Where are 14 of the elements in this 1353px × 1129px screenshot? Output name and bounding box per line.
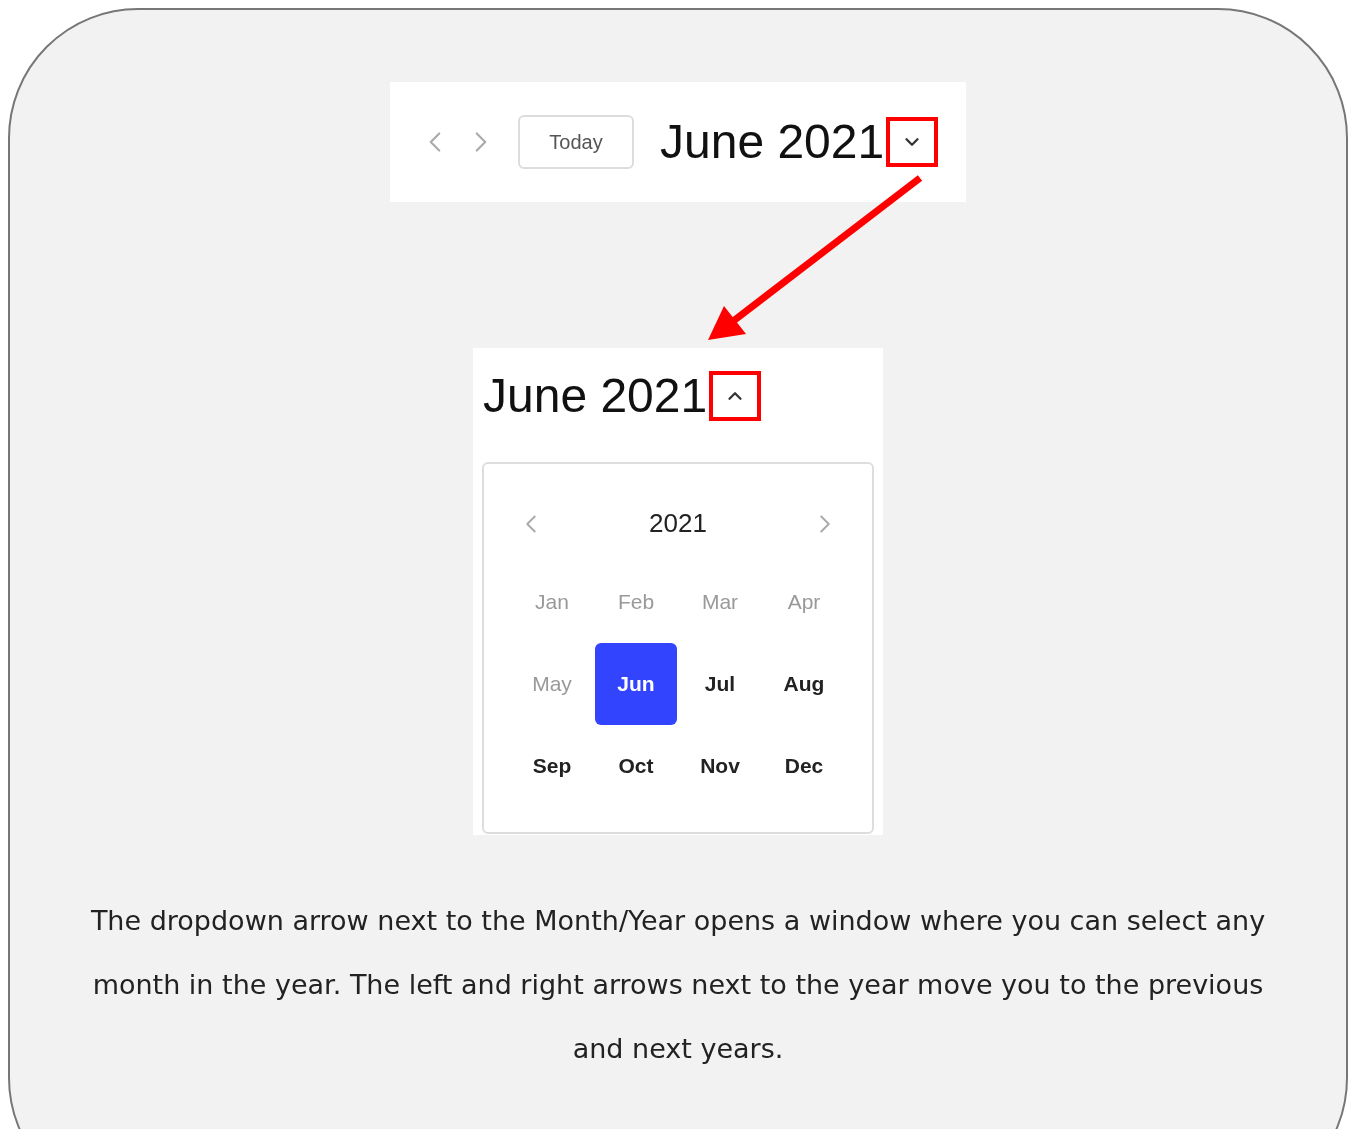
month-year-title: June 2021 (660, 114, 885, 170)
dropdown-toggle[interactable] (886, 117, 939, 167)
month-option[interactable]: Jul (700, 668, 740, 700)
year-label: 2021 (649, 507, 707, 540)
month-option[interactable]: Sep (528, 750, 576, 782)
dropdown-toggle[interactable] (709, 371, 762, 421)
month-option[interactable]: Jun (595, 643, 677, 725)
month-option[interactable]: Aug (779, 668, 829, 700)
today-button[interactable]: Today (518, 115, 634, 169)
caption-text: The dropdown arrow next to the Month/Year opens a window where you can select any month in the year. The left and right arrows next to the year move you to the previous and next years. (89, 904, 1267, 1066)
month-option[interactable]: Oct (614, 750, 658, 782)
month-option[interactable]: Nov (696, 750, 744, 782)
month-year-title: June 2021 (483, 368, 708, 424)
month-option[interactable]: Dec (780, 750, 828, 782)
